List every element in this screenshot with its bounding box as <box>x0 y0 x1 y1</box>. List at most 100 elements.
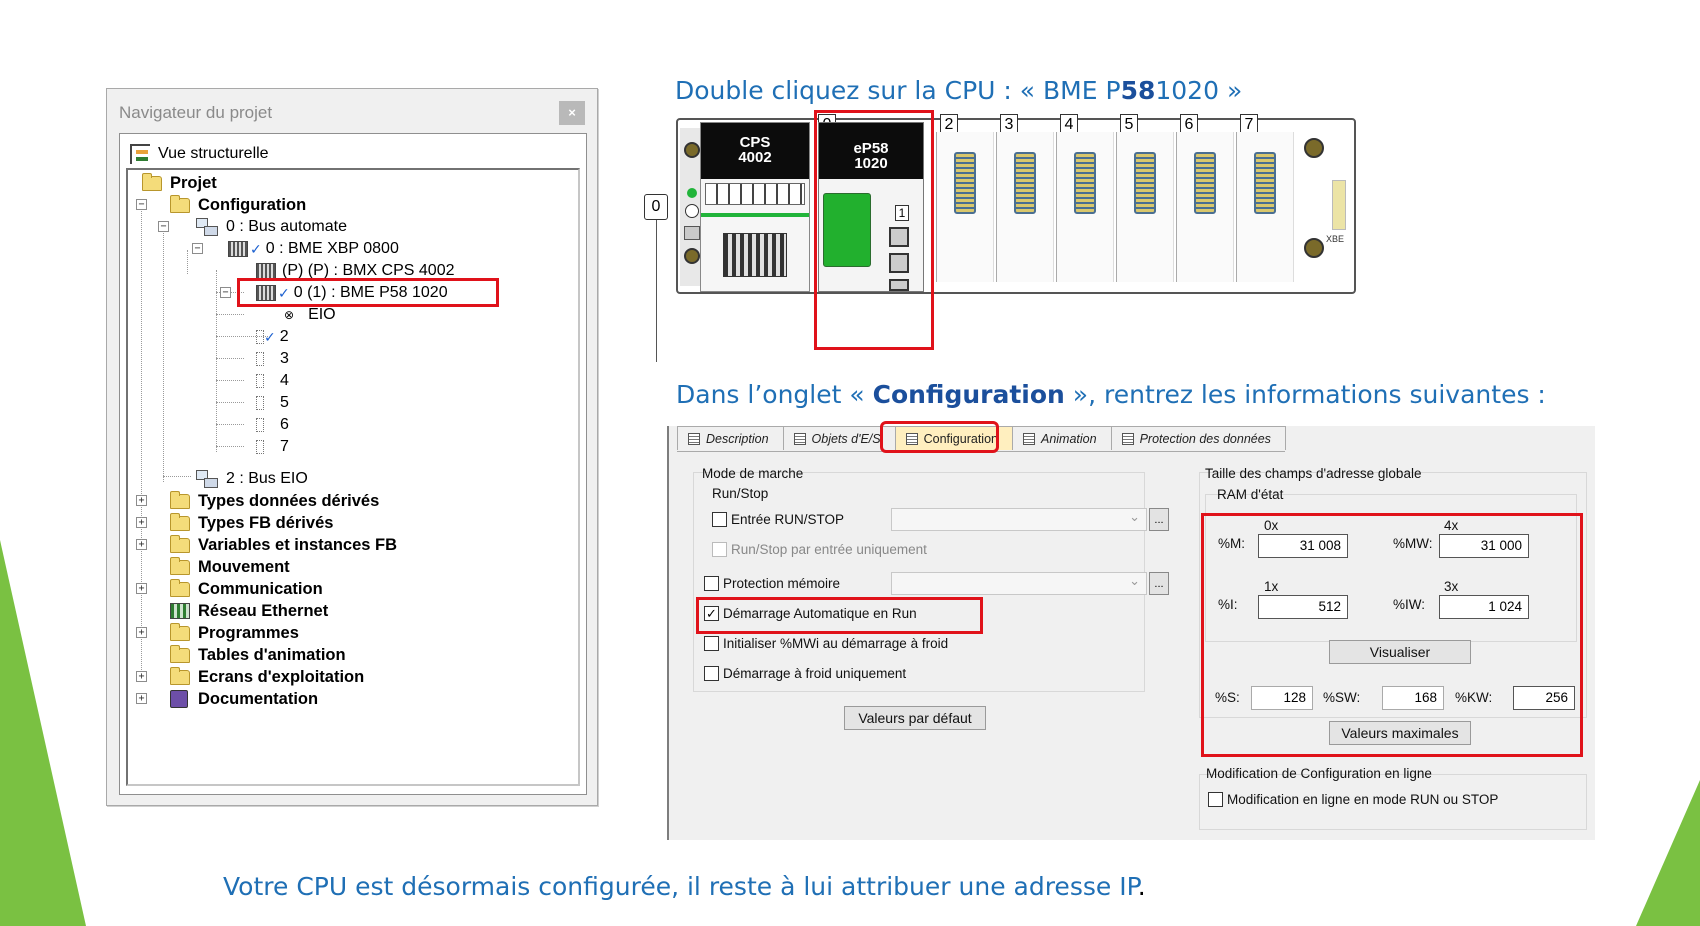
tree-node-slot[interactable]: ✓ 2 <box>256 326 289 348</box>
tree-view-icon <box>130 144 150 164</box>
empty-slot[interactable] <box>1116 132 1174 282</box>
tree-node-eio[interactable]: ⊗ EIO <box>284 304 336 326</box>
tree-node-folder[interactable]: Types données dérivés <box>170 490 379 512</box>
caption-configuration-tab: Dans l’onglet « Configuration », rentrez… <box>676 380 1546 409</box>
tree-node-projet[interactable]: Projet <box>142 172 217 194</box>
cps-header: CPS 4002 <box>701 123 809 179</box>
xbe-label: XBE <box>1326 234 1345 244</box>
project-navigator: Navigateur du projet × Vue structurelle <box>106 88 598 806</box>
tab-io-objects[interactable]: Objets d'E/S <box>782 426 896 450</box>
folder-icon <box>170 194 190 213</box>
documentation-icon <box>170 690 188 708</box>
tree-node-folder[interactable]: Programmes <box>170 622 299 644</box>
folder-icon <box>170 622 190 641</box>
online-modification-checkbox[interactable] <box>1208 792 1223 807</box>
empty-slot[interactable] <box>936 132 994 282</box>
tree-node-configuration[interactable]: Configuration <box>170 194 306 216</box>
rack-right-end: XBE <box>1300 128 1354 286</box>
collapse-icon[interactable]: − <box>158 221 169 232</box>
expand-icon[interactable]: + <box>136 539 147 550</box>
tab-animation[interactable]: Animation <box>1011 426 1112 450</box>
rack-diagram[interactable]: CPS4002 0 eP581020 1 2 3 4 5 6 7 XBE <box>676 114 1356 294</box>
auto-start-highlight <box>696 597 983 634</box>
tab-icon <box>793 432 806 445</box>
rack-number-badge: 0 <box>644 194 668 220</box>
memory-protection-browse-button[interactable]: ... <box>1149 572 1169 595</box>
tab-data-protection[interactable]: Protection des données <box>1110 426 1286 450</box>
slide-corner-right <box>1636 780 1700 926</box>
expand-icon[interactable]: + <box>136 671 147 682</box>
runstop-browse-button[interactable]: ... <box>1149 508 1169 531</box>
slot-icon <box>256 352 264 366</box>
address-size-highlight <box>1201 513 1583 757</box>
module-icon <box>256 263 276 279</box>
tree-node-slot[interactable]: 7 <box>256 436 289 458</box>
tree-node-folder[interactable]: Mouvement <box>170 556 290 578</box>
close-icon[interactable]: × <box>559 101 585 125</box>
expand-icon[interactable]: + <box>136 627 147 638</box>
tree-node-slot[interactable]: 5 <box>256 392 289 414</box>
runstop-input-select[interactable] <box>891 508 1147 531</box>
cpu-node-highlight <box>237 278 499 307</box>
tree-node-folder[interactable]: Tables d'animation <box>170 644 346 666</box>
slot-icon <box>256 440 264 454</box>
empty-slot[interactable] <box>1236 132 1294 282</box>
slide-corner-left <box>0 540 86 926</box>
default-values-button[interactable]: Valeurs par défaut <box>844 706 986 730</box>
empty-slot[interactable] <box>1176 132 1234 282</box>
collapse-icon[interactable]: − <box>136 199 147 210</box>
rack-divider-line <box>656 220 657 362</box>
init-mwi-checkbox[interactable] <box>704 636 719 651</box>
runstop-only-label: Run/Stop par entrée uniquement <box>731 542 927 557</box>
expand-icon[interactable]: + <box>136 517 147 528</box>
slot-icon <box>256 374 264 388</box>
structural-view-label: Vue structurelle <box>158 145 269 162</box>
online-modification-label: Modification en ligne en mode RUN ou STO… <box>1227 792 1499 807</box>
rack-icon <box>228 241 248 257</box>
tree-node-bus-automate[interactable]: 0 : Bus automate <box>196 216 347 238</box>
network-icon <box>170 603 190 619</box>
folder-icon <box>170 512 190 531</box>
online-modification-title: Modification de Configuration en ligne <box>1206 766 1432 781</box>
collapse-icon[interactable]: − <box>192 243 203 254</box>
project-tree: Projet − Configuration − 0 : Bus automat… <box>126 168 580 786</box>
folder-icon <box>142 172 162 191</box>
caption-cpu-configured: Votre CPU est désormais configurée, il r… <box>223 872 1146 901</box>
folder-icon <box>170 534 190 553</box>
empty-slot[interactable] <box>1056 132 1114 282</box>
navigator-title: Navigateur du projet <box>119 103 273 122</box>
address-size-title: Taille des champs d'adresse globale <box>1205 466 1422 481</box>
tree-node-slot[interactable]: 3 <box>256 348 289 370</box>
expand-icon[interactable]: − <box>220 287 231 298</box>
tree-node-folder[interactable]: Réseau Ethernet <box>170 600 328 622</box>
tree-node-folder[interactable]: Variables et instances FB <box>170 534 397 556</box>
slot-icon <box>256 330 264 344</box>
check-icon: ✓ <box>264 328 276 345</box>
memory-protection-select[interactable] <box>891 572 1147 595</box>
tree-node-slot[interactable]: 6 <box>256 414 289 436</box>
structural-view-header[interactable]: Vue structurelle <box>130 142 269 166</box>
tab-description[interactable]: Description <box>677 426 784 450</box>
folder-icon <box>170 490 190 509</box>
tree-node-bus-eio[interactable]: 2 : Bus EIO <box>196 468 308 490</box>
empty-slot[interactable] <box>996 132 1054 282</box>
folder-icon <box>170 644 190 663</box>
expand-icon[interactable]: + <box>136 693 147 704</box>
ram-state-title: RAM d'état <box>1217 487 1284 502</box>
slot-icon <box>256 396 264 410</box>
expand-icon[interactable]: + <box>136 583 147 594</box>
tree-node-folder[interactable]: Documentation <box>170 688 318 710</box>
memory-protection-checkbox[interactable] <box>704 576 719 591</box>
tree-node-folder[interactable]: Types FB dérivés <box>170 512 333 534</box>
cold-start-only-checkbox[interactable] <box>704 666 719 681</box>
tree-node-slot[interactable]: 4 <box>256 370 289 392</box>
expand-icon[interactable]: + <box>136 495 147 506</box>
tree-node-folder[interactable]: Ecrans d'exploitation <box>170 666 364 688</box>
tree-node-rack[interactable]: ✓ 0 : BME XBP 0800 <box>228 238 399 260</box>
tree-node-folder[interactable]: Communication <box>170 578 323 600</box>
folder-icon <box>170 556 190 575</box>
runstop-input-checkbox[interactable] <box>712 512 727 527</box>
cps-module[interactable]: CPS 4002 <box>700 122 810 292</box>
tab-icon <box>688 432 700 445</box>
folder-icon <box>170 666 190 685</box>
